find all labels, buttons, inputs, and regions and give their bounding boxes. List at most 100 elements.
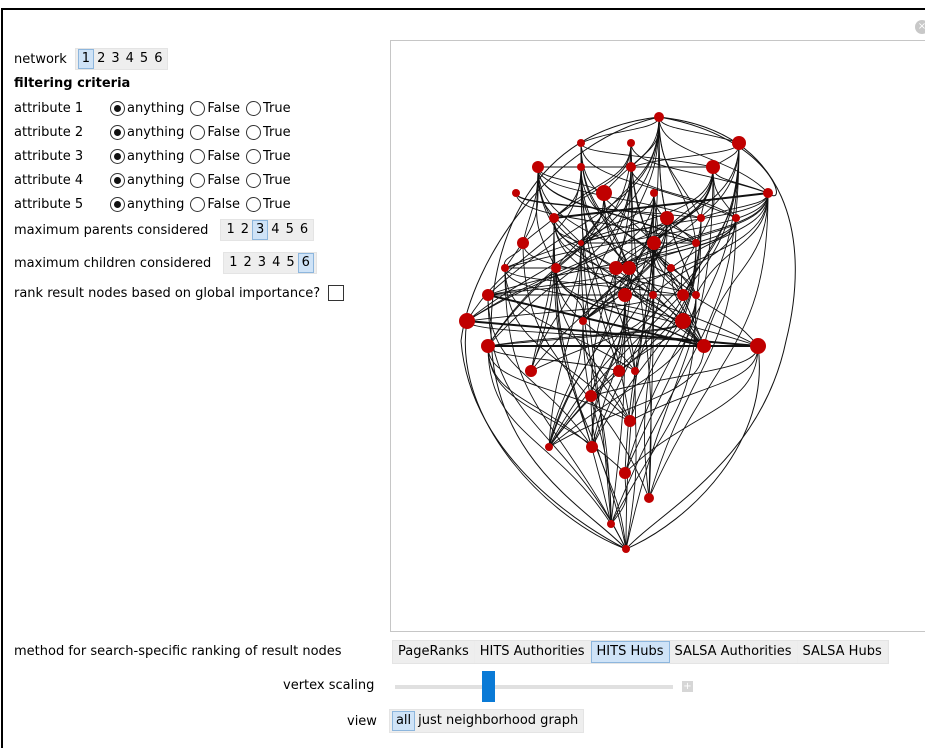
view-option[interactable]: all [391,711,416,731]
graph-node[interactable] [549,213,559,223]
graph-node[interactable] [545,443,553,451]
max-parents-option[interactable]: 4 [268,220,282,240]
graph-node[interactable] [481,339,495,353]
graph-node[interactable] [649,291,657,299]
attribute-radio-anything[interactable]: anything [110,124,184,140]
close-icon[interactable]: × [915,20,925,34]
max-children-option[interactable]: 1 [226,253,240,273]
attribute-label: attribute 2 [14,124,84,140]
graph-node[interactable] [631,367,639,375]
method-option[interactable]: SALSA Authorities [670,641,798,663]
attribute-radio-false[interactable]: False [190,100,240,116]
graph-node[interactable] [750,338,766,354]
attribute-radio-false[interactable]: False [190,148,240,164]
method-option[interactable]: HITS Hubs [590,641,670,663]
max-parents-option[interactable]: 6 [297,220,311,240]
attribute-radio-true[interactable]: True [245,148,291,164]
vertex-scaling-thumb[interactable] [482,671,495,702]
max-children-option[interactable]: 3 [255,253,269,273]
graph-node[interactable] [706,160,720,174]
max-parents-option[interactable]: 3 [252,220,269,240]
max-parents-option[interactable]: 2 [238,220,252,240]
graph-node[interactable] [618,288,632,302]
max-parents-option[interactable]: 5 [283,220,297,240]
graph-node[interactable] [624,415,636,427]
graph-node[interactable] [609,261,623,275]
radio-circle-icon [190,148,206,164]
attribute-radio-false[interactable]: False [190,172,240,188]
graph-node[interactable] [667,264,675,272]
graph-node[interactable] [585,390,597,402]
graph-node[interactable] [650,189,658,197]
expand-plus-icon[interactable]: + [682,681,693,692]
graph-node[interactable] [596,185,612,201]
vertex-scaling-track[interactable] [395,685,673,689]
graph-node[interactable] [732,214,740,222]
network-option[interactable]: 1 [77,49,95,69]
attribute-radio-true[interactable]: True [245,196,291,212]
attribute-label: attribute 1 [14,100,84,116]
graph-node[interactable] [577,163,585,171]
graph-node[interactable] [654,112,664,122]
attribute-radio-anything[interactable]: anything [110,100,184,116]
graph-node[interactable] [579,317,587,325]
method-option[interactable]: HITS Authorities [475,641,591,663]
network-option[interactable]: 3 [108,49,122,69]
graph-node[interactable] [551,263,561,273]
graph-node[interactable] [578,240,584,246]
graph-node[interactable] [619,467,631,479]
graph-node[interactable] [501,264,509,272]
graph-node[interactable] [613,365,625,377]
graph-node[interactable] [517,237,529,249]
graph-node[interactable] [622,545,630,553]
graph-node[interactable] [697,214,705,222]
graph-node[interactable] [532,161,544,173]
graph-node[interactable] [677,289,689,301]
network-option[interactable]: 4 [123,49,137,69]
graph-node[interactable] [482,289,494,301]
graph-node[interactable] [763,188,773,198]
graph-node[interactable] [732,136,746,150]
attribute-radio-anything[interactable]: anything [110,196,184,212]
radio-circle-icon [110,172,125,188]
graph-node[interactable] [459,313,475,329]
graph-node[interactable] [692,239,700,247]
graph-node[interactable] [577,139,585,147]
graph-node[interactable] [626,162,636,172]
network-option[interactable]: 6 [151,49,165,69]
graph-node[interactable] [660,211,674,225]
graph-node[interactable] [586,441,598,453]
rank-global-row: rank result nodes based on global import… [14,282,345,304]
network-option[interactable]: 5 [137,49,151,69]
vertex-scaling-label: vertex scaling [283,677,375,693]
graph-node[interactable] [512,189,520,197]
attribute-radio-anything[interactable]: anything [110,172,184,188]
graph-node[interactable] [644,493,654,503]
attribute-radio-false[interactable]: False [190,196,240,212]
attribute-row: attribute 1 anything False True [14,97,297,119]
graph-node[interactable] [607,520,615,528]
graph-node[interactable] [692,291,700,299]
method-option[interactable]: SALSA Hubs [798,641,888,663]
max-children-option[interactable]: 2 [241,253,255,273]
max-children-option[interactable]: 4 [269,253,283,273]
network-option[interactable]: 2 [94,49,108,69]
rank-global-checkbox[interactable] [328,285,345,301]
view-option[interactable]: just neighborhood graph [415,711,581,731]
max-children-option[interactable]: 5 [283,253,297,273]
method-option[interactable]: PageRanks [393,641,475,663]
attribute-radio-true[interactable]: True [245,172,291,188]
graph-node[interactable] [647,236,661,250]
attribute-radio-false[interactable]: False [190,124,240,140]
graph-node[interactable] [675,313,691,329]
max-parents-option[interactable]: 1 [223,220,237,240]
radio-circle-icon [245,196,261,212]
graph-node[interactable] [627,139,635,147]
attribute-radio-true[interactable]: True [245,124,291,140]
attribute-radio-anything[interactable]: anything [110,148,184,164]
graph-node[interactable] [622,261,636,275]
graph-node[interactable] [697,339,711,353]
graph-node[interactable] [525,365,537,377]
max-children-option[interactable]: 6 [297,253,314,273]
attribute-radio-true[interactable]: True [245,100,291,116]
